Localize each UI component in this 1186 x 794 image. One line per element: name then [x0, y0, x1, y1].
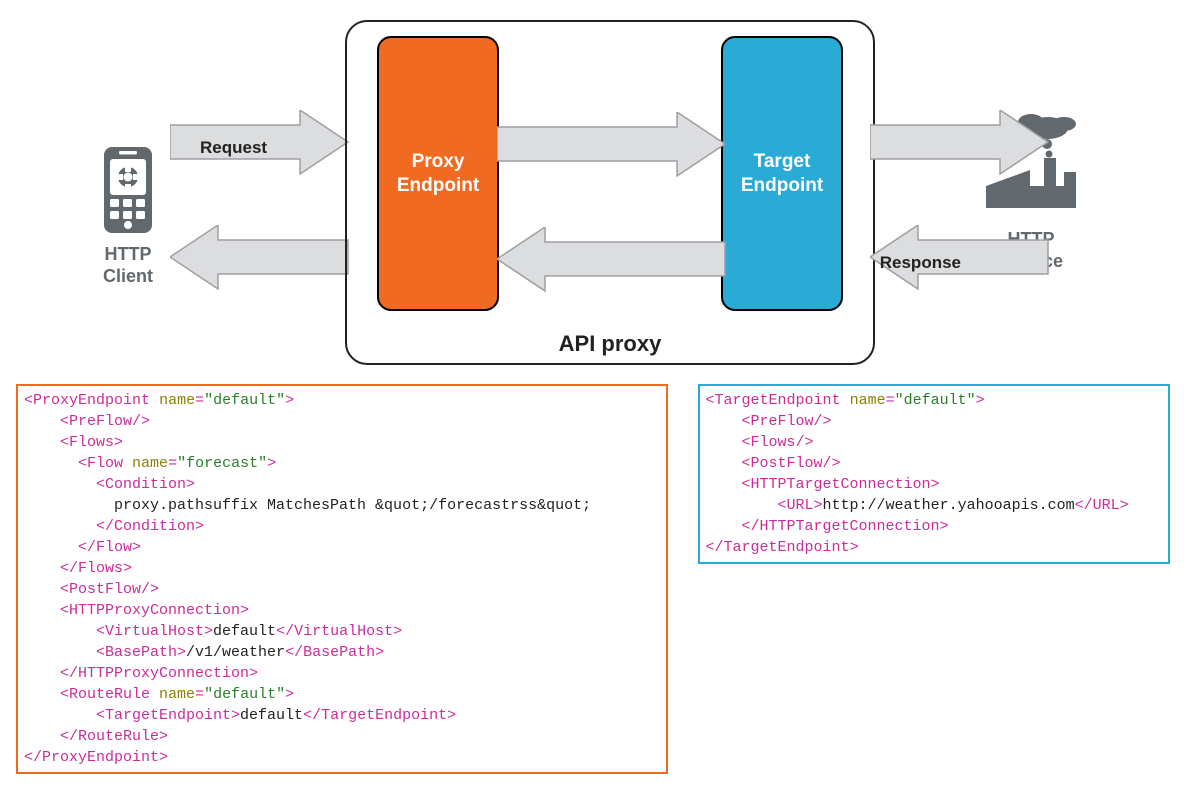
- response-arrow-target-to-proxy: [497, 227, 727, 292]
- response-arrow-proxy-to-client: [170, 225, 350, 290]
- http-client-label: HTTPClient: [100, 244, 156, 287]
- proxy-endpoint-xml: <ProxyEndpoint name="default"> <PreFlow/…: [16, 384, 668, 774]
- target-endpoint-xml: <TargetEndpoint name="default"> <PreFlow…: [698, 384, 1170, 564]
- request-arrow-target-to-service: [870, 110, 1050, 175]
- proxy-endpoint-box: ProxyEndpoint: [377, 36, 499, 311]
- api-proxy-diagram: HTTPClient HTTPService Request P: [10, 10, 1176, 380]
- response-label: Response: [880, 253, 961, 273]
- api-proxy-box: ProxyEndpoint TargetEndpoint API proxy: [345, 20, 875, 365]
- http-client: HTTPClient: [100, 145, 156, 287]
- condition-text: proxy.pathsuffix MatchesPath &quot;/fore…: [114, 497, 591, 514]
- code-row: <ProxyEndpoint name="default"> <PreFlow/…: [10, 380, 1176, 784]
- api-proxy-label: API proxy: [347, 331, 873, 357]
- proxy-endpoint-label: ProxyEndpoint: [379, 150, 497, 198]
- phone-icon: [100, 145, 156, 235]
- target-endpoint-label: TargetEndpoint: [723, 150, 841, 198]
- request-arrow-proxy-to-target: [497, 112, 727, 177]
- target-endpoint-box: TargetEndpoint: [721, 36, 843, 311]
- request-label: Request: [200, 138, 267, 158]
